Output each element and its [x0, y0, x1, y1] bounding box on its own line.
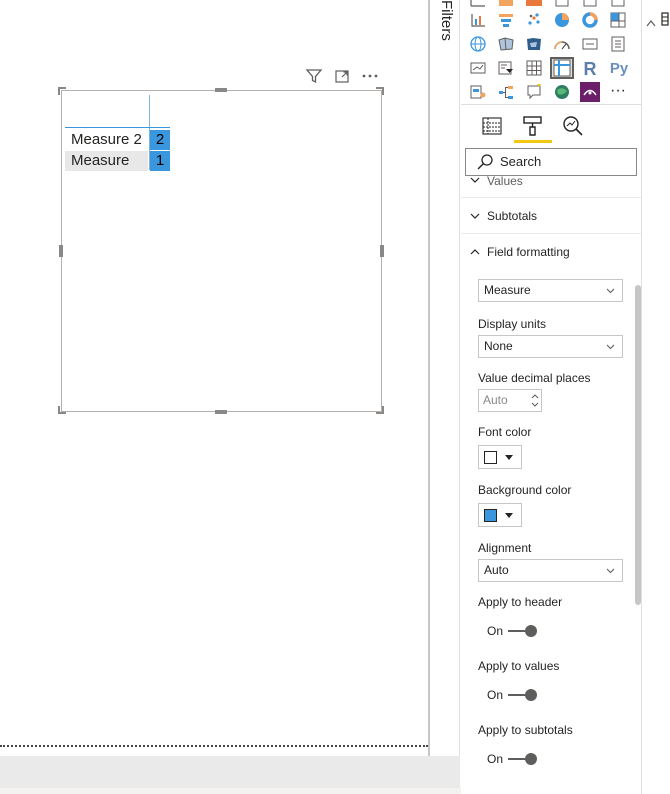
apply-to-header-label: Apply to header: [478, 595, 563, 609]
column-chart-icon[interactable]: [608, 0, 628, 10]
shape-map-icon[interactable]: [524, 35, 544, 53]
stacked-area-chart-icon[interactable]: [468, 0, 488, 10]
kpi-icon[interactable]: [468, 59, 488, 77]
caret-down-icon: [505, 513, 513, 518]
apply-to-values-state: On: [487, 688, 504, 702]
row-header-measure: Measure: [65, 151, 148, 171]
more-options-icon[interactable]: [360, 68, 380, 86]
table-icon[interactable]: [524, 59, 544, 77]
row-header-measure-2: Measure 2: [71, 131, 142, 148]
focus-mode-icon[interactable]: [332, 68, 352, 86]
filters-label[interactable]: Filters: [433, 0, 455, 50]
background-color-picker[interactable]: [478, 503, 522, 527]
donut-chart-icon[interactable]: [580, 11, 600, 29]
display-units-dropdown[interactable]: None: [478, 335, 623, 358]
scatter-chart-icon[interactable]: [524, 11, 544, 29]
python-visual-icon[interactable]: Py: [607, 59, 631, 77]
alignment-dropdown[interactable]: Auto: [478, 559, 623, 582]
cell-value-measure: 1: [150, 151, 170, 171]
waterfall-chart-icon[interactable]: [524, 0, 544, 10]
apply-to-header-state: On: [487, 624, 504, 638]
decimal-places-label: Value decimal places: [478, 371, 591, 385]
filters-pane-collapsed[interactable]: [430, 0, 460, 756]
page-tabs-bar: [0, 756, 460, 788]
font-color-picker[interactable]: [478, 445, 522, 469]
alignment-value: Auto: [484, 563, 509, 577]
resize-handle-bottom-right[interactable]: [376, 406, 384, 414]
line-chart-icon[interactable]: [468, 11, 488, 29]
section-values[interactable]: Values: [461, 170, 641, 198]
display-units-value: None: [484, 339, 513, 353]
display-units-label: Display units: [478, 317, 547, 331]
section-field-formatting-label: Field formatting: [487, 245, 570, 259]
fields-tab-icon[interactable]: [481, 115, 503, 137]
field-select-value: Measure: [484, 283, 531, 297]
arcgis-map-icon[interactable]: [552, 83, 572, 101]
search-icon: [476, 153, 494, 171]
field-select-dropdown[interactable]: Measure: [478, 279, 623, 302]
resize-handle-top-right[interactable]: [376, 87, 384, 95]
funnel-icon[interactable]: [496, 11, 516, 29]
filled-map-icon[interactable]: [496, 35, 516, 53]
decimal-spinner-arrows-icon[interactable]: [530, 391, 540, 410]
ribbon-chart-icon[interactable]: [496, 0, 516, 10]
gauge-icon[interactable]: [552, 35, 572, 53]
analytics-magnifier-icon[interactable]: [561, 114, 585, 138]
apply-to-header-toggle-knob[interactable]: [525, 625, 537, 637]
multi-row-card-icon[interactable]: [608, 35, 628, 53]
page-boundary-line: [0, 745, 428, 747]
more-visuals-icon[interactable]: ···: [608, 82, 628, 100]
apply-to-subtotals-toggle-knob[interactable]: [525, 753, 537, 765]
gallery-separator: [461, 104, 641, 105]
apply-to-values-label: Apply to values: [478, 659, 560, 673]
resize-handle-bottom-left[interactable]: [58, 406, 66, 414]
decimal-places-value: Auto: [483, 393, 508, 407]
decomposition-tree-icon[interactable]: [496, 83, 516, 101]
resize-handle-left[interactable]: [59, 245, 63, 257]
background-color-label: Background color: [478, 483, 572, 497]
section-field-formatting[interactable]: Field formatting: [461, 234, 641, 270]
line-stacked-column-icon[interactable]: [580, 0, 600, 10]
resize-handle-right[interactable]: [380, 245, 384, 257]
alignment-label: Alignment: [478, 541, 532, 555]
pie-chart-icon[interactable]: [552, 11, 572, 29]
line-column-chart-icon[interactable]: [552, 0, 572, 10]
resize-handle-bottom[interactable]: [215, 410, 227, 414]
matrix-icon[interactable]: [550, 57, 574, 79]
filter-icon[interactable]: [304, 68, 324, 86]
fields-icon[interactable]: [660, 12, 670, 26]
font-color-swatch: [484, 451, 497, 464]
r-visual-icon[interactable]: R: [580, 59, 600, 79]
map-icon[interactable]: [468, 35, 488, 53]
font-color-label: Font color: [478, 425, 532, 439]
card-icon[interactable]: [580, 35, 600, 53]
active-tab-indicator: [514, 140, 552, 143]
section-subtotals-label: Subtotals: [487, 209, 538, 223]
background-color-swatch: [484, 509, 497, 522]
resize-handle-top[interactable]: [215, 88, 227, 92]
cell-value-measure-2: 2: [150, 130, 170, 150]
qa-icon[interactable]: [524, 83, 544, 101]
caret-down-icon: [505, 455, 513, 460]
resize-handle-top-left[interactable]: [58, 87, 66, 95]
treemap-icon[interactable]: [608, 11, 628, 29]
chevron-up-icon[interactable]: [646, 14, 656, 27]
format-pane-scrollbar[interactable]: [635, 285, 641, 605]
apply-to-values-toggle-knob[interactable]: [525, 689, 537, 701]
fields-pane-collapsed[interactable]: [641, 0, 670, 794]
apply-to-subtotals-state: On: [487, 752, 504, 766]
key-influencers-icon[interactable]: [468, 83, 488, 101]
section-subtotals[interactable]: Subtotals: [461, 198, 641, 234]
header-border: [65, 127, 170, 128]
custom-visual-icon[interactable]: [580, 82, 600, 102]
section-values-label: Values: [487, 174, 523, 188]
format-paint-roller-icon[interactable]: [521, 114, 545, 138]
slicer-icon[interactable]: [496, 59, 516, 77]
apply-to-subtotals-label: Apply to subtotals: [478, 723, 573, 737]
